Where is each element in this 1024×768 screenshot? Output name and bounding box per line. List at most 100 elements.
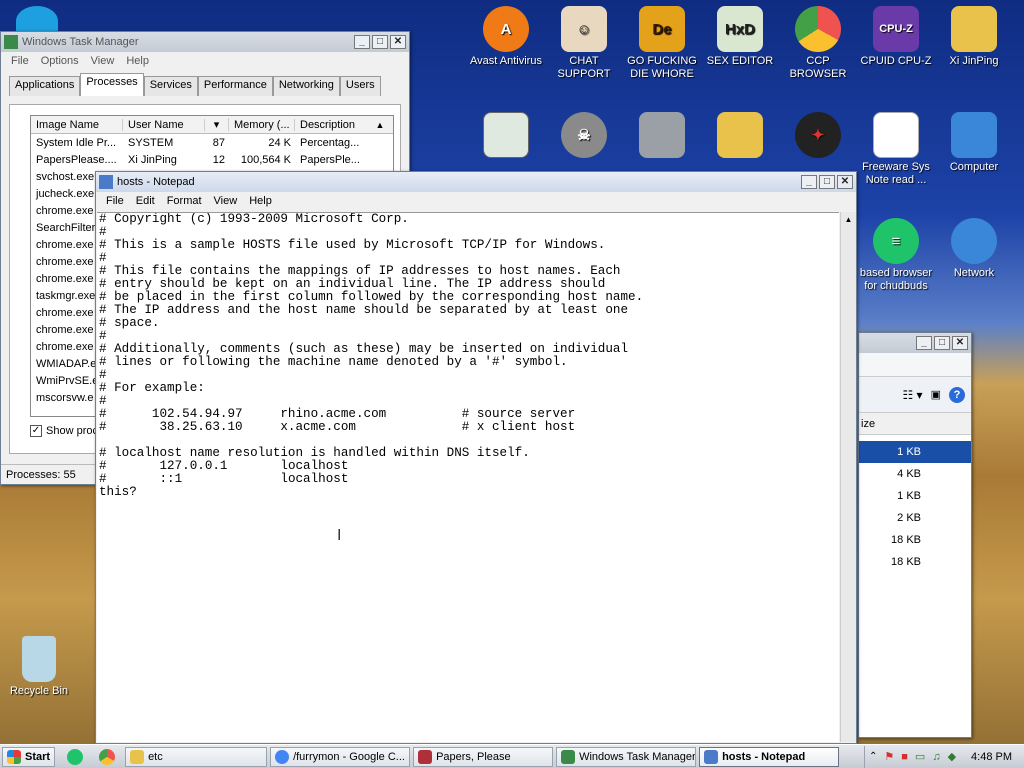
tab-processes[interactable]: Processes: [80, 73, 144, 96]
desktop-icon-based-browser[interactable]: ≡ based browser for chudbuds: [857, 218, 935, 293]
menu-view[interactable]: View: [208, 195, 244, 207]
show-processes-checkbox[interactable]: ✓: [30, 425, 42, 437]
system-tray: ⌃ ⚑ ■ ▭ ♫ ◆ 4:48 PM: [863, 745, 1024, 768]
tab-services[interactable]: Services: [143, 76, 198, 96]
explorer-address-bar[interactable]: [859, 353, 971, 377]
taskbar-item-label: hosts - Notepad: [722, 750, 806, 763]
desktop-icon-dark[interactable]: ✦: [779, 112, 857, 161]
avast-icon: A: [483, 6, 529, 52]
vertical-scrollbar[interactable]: ▲: [840, 212, 856, 742]
tab-performance[interactable]: Performance: [197, 76, 273, 96]
maximize-button[interactable]: □: [819, 175, 835, 189]
explorer-titlebar[interactable]: _ □ ✕: [859, 333, 971, 353]
column-memory[interactable]: Memory (...: [229, 118, 295, 131]
file-size[interactable]: 4 KB: [859, 463, 971, 485]
menu-file[interactable]: File: [100, 195, 130, 207]
taskbar-item-task-manager[interactable]: Windows Task Manager: [556, 746, 697, 767]
desktop-icon-label: Network: [953, 267, 995, 279]
desktop-icon-freeware-note[interactable]: Freeware Sys Note read ...: [857, 112, 935, 187]
maximize-button[interactable]: □: [372, 35, 388, 49]
tray-volume-icon[interactable]: ♫: [932, 751, 940, 763]
desktop-icon-xi-jinping[interactable]: Xi JinPing: [935, 6, 1013, 68]
file-size[interactable]: 1 KB: [859, 485, 971, 507]
file-size[interactable]: 18 KB: [859, 529, 971, 551]
desktop-icon-folder[interactable]: [701, 112, 779, 161]
folder-icon: [717, 112, 763, 158]
desktop-icon-ccp-browser[interactable]: CCP BROWSER: [779, 6, 857, 81]
maximize-button[interactable]: □: [934, 336, 950, 350]
doctor-icon: ☺: [561, 6, 607, 52]
desktop-icon-label: based browser for chudbuds: [859, 267, 933, 292]
quicklaunch-chat-icon[interactable]: [67, 748, 84, 765]
column-user-name[interactable]: User Name: [123, 118, 205, 131]
file-size[interactable]: 2 KB: [859, 507, 971, 529]
taskbar-item-papers-please[interactable]: Papers, Please: [413, 746, 554, 767]
quicklaunch-chrome-icon[interactable]: [99, 748, 116, 765]
minimize-button[interactable]: _: [916, 336, 932, 350]
task-manager-titlebar[interactable]: Windows Task Manager _ □ ✕: [1, 32, 409, 52]
desktop-icon-recycle-bin[interactable]: Recycle Bin: [0, 636, 78, 698]
desktop-icon-skull[interactable]: ☠: [545, 112, 623, 161]
minimize-button[interactable]: _: [801, 175, 817, 189]
column-cpu[interactable]: ▾: [205, 118, 229, 131]
menu-help[interactable]: Help: [120, 55, 155, 67]
scroll-up-icon[interactable]: ▲: [371, 120, 389, 130]
view-options-icon[interactable]: ☷ ▾: [902, 388, 922, 402]
process-table-header: Image Name User Name ▾ Memory (... Descr…: [31, 116, 393, 134]
desktop-icon-label: Recycle Bin: [9, 685, 69, 697]
taskbar-item-chrome[interactable]: /furrymon - Google C...: [270, 746, 411, 767]
tray-flag-icon[interactable]: ⚑: [884, 750, 894, 763]
file-size[interactable]: 1 KB: [859, 441, 971, 463]
explorer-column-header[interactable]: ize: [859, 413, 971, 435]
desktop-icon-sex-editor[interactable]: HxD SEX EDITOR: [701, 6, 779, 68]
taskbar-item-label: /furrymon - Google C...: [293, 750, 405, 763]
tray-network-icon[interactable]: ▭: [915, 750, 925, 763]
papers-please-icon: [418, 749, 433, 764]
close-button[interactable]: ✕: [390, 35, 406, 49]
table-row[interactable]: PapersPlease.... Xi JinPing 12 100,564 K Pap…: [31, 151, 393, 168]
menu-view[interactable]: View: [85, 55, 121, 67]
desktop-icon-stack[interactable]: [623, 112, 701, 161]
notepad-titlebar[interactable]: hosts - Notepad _ □ ✕: [96, 172, 856, 192]
close-button[interactable]: ✕: [952, 336, 968, 350]
explorer-window: _ □ ✕ ☷ ▾ ▣ ? ize 1 KB 4 KB 1 KB 2 KB 18…: [858, 332, 972, 738]
scroll-up-icon[interactable]: ▲: [841, 212, 856, 228]
file-size[interactable]: 18 KB: [859, 551, 971, 573]
help-icon[interactable]: ?: [949, 386, 965, 403]
menu-format[interactable]: Format: [161, 195, 208, 207]
menu-help[interactable]: Help: [243, 195, 278, 207]
column-image-name[interactable]: Image Name: [31, 118, 123, 131]
tab-users[interactable]: Users: [339, 76, 381, 96]
menu-options[interactable]: Options: [35, 55, 85, 67]
desktop-icon-avast[interactable]: A Avast Antivirus: [467, 6, 545, 68]
desktop-icon-cpuz[interactable]: CPU-Z CPUID CPU-Z: [857, 6, 935, 68]
desktop-icon-computer[interactable]: Computer: [935, 112, 1013, 174]
desktop-icon-label: Computer: [949, 161, 999, 173]
tray-shield-icon[interactable]: ◆: [948, 750, 956, 763]
menu-file[interactable]: File: [5, 55, 35, 67]
tray-security-icon[interactable]: ■: [901, 751, 908, 763]
tab-applications[interactable]: Applications: [9, 76, 81, 96]
taskbar-item-etc[interactable]: etc: [125, 746, 268, 767]
column-description[interactable]: Description: [295, 119, 371, 131]
preview-pane-icon[interactable]: ▣: [931, 388, 941, 401]
windows-logo-icon: [7, 749, 21, 764]
computer-icon: [951, 112, 997, 158]
close-button[interactable]: ✕: [837, 175, 853, 189]
notepad-editor[interactable]: # Copyright (c) 1993-2009 Microsoft Corp…: [97, 212, 839, 742]
tab-networking[interactable]: Networking: [272, 76, 340, 96]
table-row[interactable]: System Idle Pr... SYSTEM 87 24 K Percentag..…: [31, 134, 393, 151]
menu-edit[interactable]: Edit: [130, 195, 161, 207]
desktop-icon-label: GO FUCKING DIE WHORE: [627, 55, 697, 80]
clock[interactable]: 4:48 PM: [971, 751, 1012, 763]
desktop-icon-die[interactable]: De GO FUCKING DIE WHORE: [623, 6, 701, 81]
minimize-button[interactable]: _: [354, 35, 370, 49]
desktop-icon-app[interactable]: [467, 112, 545, 161]
tray-expand-icon[interactable]: ⌃: [869, 751, 877, 762]
notepad-icon: [704, 749, 719, 764]
start-button[interactable]: Start: [2, 746, 56, 767]
desktop-icon-chat-support[interactable]: ☺ CHAT SUPPORT: [545, 6, 623, 81]
process-cpu: 12: [212, 153, 225, 166]
desktop-icon-network[interactable]: Network: [935, 218, 1013, 280]
taskbar-item-notepad[interactable]: hosts - Notepad: [699, 746, 840, 767]
